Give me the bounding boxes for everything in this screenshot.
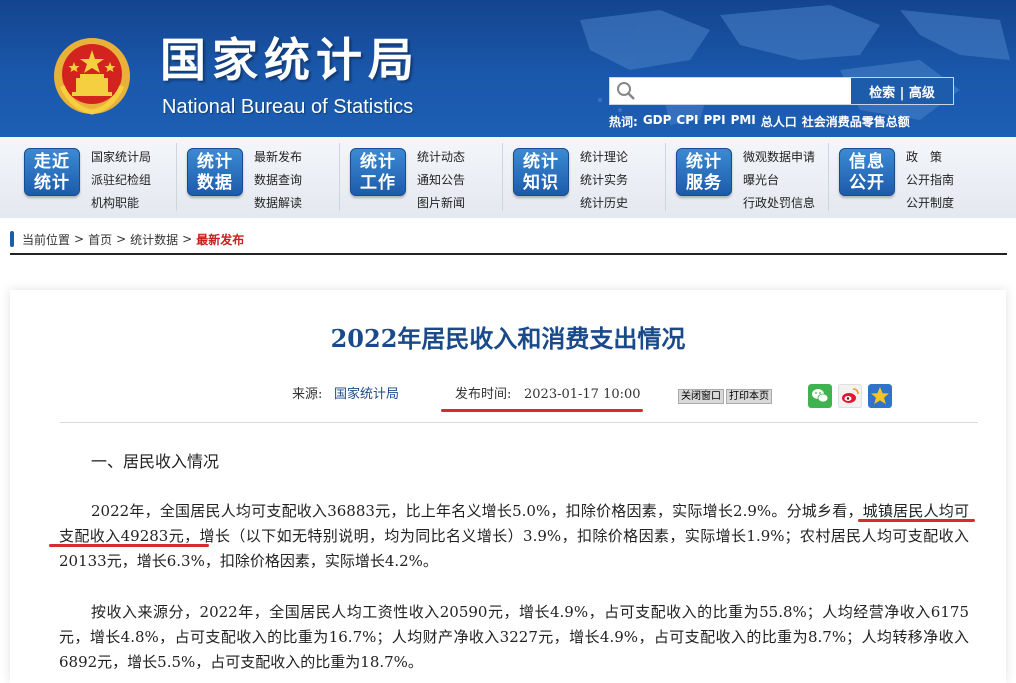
breadcrumb-home-link[interactable]: 首页 <box>88 231 112 248</box>
nav-badge-disclosure[interactable]: 信息 公开 <box>839 148 895 196</box>
nav-link[interactable]: 国家统计局 <box>91 146 151 169</box>
breadcrumb-separator: > <box>74 232 85 246</box>
nav-badge-data[interactable]: 统计 数据 <box>187 148 243 196</box>
source-link[interactable]: 国家统计局 <box>334 386 399 404</box>
nav-divider <box>828 143 829 211</box>
site-title-chinese: 国家统计局 <box>160 33 420 87</box>
source-label: 来源: <box>292 387 323 402</box>
wechat-icon[interactable] <box>808 384 832 408</box>
breadcrumb-divider <box>10 253 1007 255</box>
site-title-english: National Bureau of Statistics <box>162 96 414 118</box>
nav-link[interactable]: 派驻纪检组 <box>91 169 151 192</box>
nav-divider <box>339 143 340 211</box>
hot-word-retail-sales[interactable]: 社会消费品零售总额 <box>802 113 910 130</box>
nav-divider <box>665 143 666 211</box>
nav-badge-line: 走近 <box>34 152 70 172</box>
urban-income-highlight <box>858 519 975 522</box>
nav-link[interactable]: 公开制度 <box>906 192 954 215</box>
national-emblem-icon <box>54 38 130 115</box>
hot-word-ppi[interactable]: PPI <box>704 113 726 130</box>
close-window-button[interactable]: 关闭窗口 <box>678 389 724 404</box>
article-title: 2022年居民收入和消费支出情况 <box>330 324 686 353</box>
nav-link[interactable]: 统计理论 <box>580 146 628 169</box>
publish-time: 2023-01-17 10:00 <box>524 387 641 402</box>
hot-words-label: 热词: <box>609 115 638 129</box>
publish-time-highlight <box>441 409 643 412</box>
nav-link[interactable]: 机构职能 <box>91 192 151 215</box>
nav-badge-knowledge[interactable]: 统计 知识 <box>513 148 569 196</box>
hot-word-pmi[interactable]: PMI <box>731 113 756 130</box>
hot-word-gdp[interactable]: GDP <box>643 113 672 130</box>
nav-divider <box>176 143 177 211</box>
nav-badge-line: 信息 <box>849 152 885 172</box>
nav-badge-work[interactable]: 统计 工作 <box>350 148 406 196</box>
nav-badge-service[interactable]: 统计 服务 <box>676 148 732 196</box>
nav-link[interactable]: 曝光台 <box>743 169 815 192</box>
nav-link[interactable]: 统计实务 <box>580 169 628 192</box>
nav-links-work: 统计动态 通知公告 图片新闻 <box>417 146 465 215</box>
nav-links-service: 微观数据申请 曝光台 行政处罚信息 <box>743 146 815 215</box>
breadcrumb-data-link[interactable]: 统计数据 <box>130 231 178 248</box>
nav-badge-line: 统计 <box>34 173 70 193</box>
nav-links-about: 国家统计局 派驻纪检组 机构职能 <box>91 146 151 215</box>
nav-badge-line: 统计 <box>360 152 396 172</box>
nav-badge-line: 统计 <box>686 152 722 172</box>
nav-link[interactable]: 政 策 <box>906 146 954 169</box>
nav-links-knowledge: 统计理论 统计实务 统计历史 <box>580 146 628 215</box>
search-box: 检索 | 高级 <box>609 77 954 105</box>
print-page-button[interactable]: 打印本页 <box>726 389 772 404</box>
nav-link[interactable]: 微观数据申请 <box>743 146 815 169</box>
nav-badge-about[interactable]: 走近 统计 <box>24 148 80 196</box>
section-heading-income: 一、居民收入情况 <box>91 452 220 471</box>
nav-badge-line: 统计 <box>523 152 559 172</box>
hot-word-cpi[interactable]: CPI <box>676 113 698 130</box>
nav-link[interactable]: 行政处罚信息 <box>743 192 815 215</box>
nav-link[interactable]: 统计动态 <box>417 146 465 169</box>
nav-badge-line: 工作 <box>360 173 396 193</box>
nav-link[interactable]: 数据查询 <box>254 169 302 192</box>
breadcrumb-marker <box>10 231 14 247</box>
nav-links-data: 最新发布 数据查询 数据解读 <box>254 146 302 215</box>
hot-word-population[interactable]: 总人口 <box>761 113 797 130</box>
article-paragraph: 2022年，全国居民人均可支配收入36883元，比上年名义增长5.0%，扣除价格… <box>59 502 969 570</box>
urban-income-highlight <box>49 544 209 547</box>
nav-link[interactable]: 数据解读 <box>254 192 302 215</box>
nav-badge-line: 服务 <box>686 173 722 193</box>
article-tools: 关闭窗口 打印本页 <box>678 389 772 404</box>
breadcrumb: 当前位置 > 首页 > 统计数据 > 最新发布 <box>10 229 244 249</box>
breadcrumb-label: 当前位置 <box>22 232 71 247</box>
nav-divider <box>502 143 503 211</box>
nav-badge-line: 公开 <box>849 173 885 193</box>
search-input[interactable] <box>640 78 850 104</box>
publish-time-label: 发布时间: <box>455 387 512 402</box>
article-divider <box>60 422 978 423</box>
nav-link[interactable]: 通知公告 <box>417 169 465 192</box>
weibo-icon[interactable] <box>838 384 862 408</box>
breadcrumb-separator: > <box>116 232 127 246</box>
favorite-star-icon[interactable] <box>868 384 892 408</box>
nav-badge-line: 数据 <box>197 173 233 193</box>
nav-link[interactable]: 公开指南 <box>906 169 954 192</box>
main-navigation: 走近 统计 国家统计局 派驻纪检组 机构职能 统计 数据 最新发布 数据查询 数… <box>0 137 1016 218</box>
breadcrumb-current[interactable]: 最新发布 <box>196 231 244 248</box>
nav-badge-line: 知识 <box>523 173 559 193</box>
nav-link[interactable]: 图片新闻 <box>417 192 465 215</box>
article-paragraph: 按收入来源分，2022年，全国居民人均工资性收入20590元，增长4.9%，占可… <box>59 603 969 671</box>
site-header: 国家统计局 National Bureau of Statistics 检索 |… <box>0 0 1016 137</box>
search-icon <box>617 82 635 100</box>
nav-links-disclosure: 政 策 公开指南 公开制度 <box>906 146 954 215</box>
hot-words-bar: 热词: GDP CPI PPI PMI 总人口 社会消费品零售总额 <box>609 113 910 130</box>
nav-badge-line: 统计 <box>197 152 233 172</box>
nav-link[interactable]: 最新发布 <box>254 146 302 169</box>
nav-link[interactable]: 统计历史 <box>580 192 628 215</box>
breadcrumb-separator: > <box>182 232 193 246</box>
search-advanced-button[interactable]: 检索 | 高级 <box>851 78 953 104</box>
